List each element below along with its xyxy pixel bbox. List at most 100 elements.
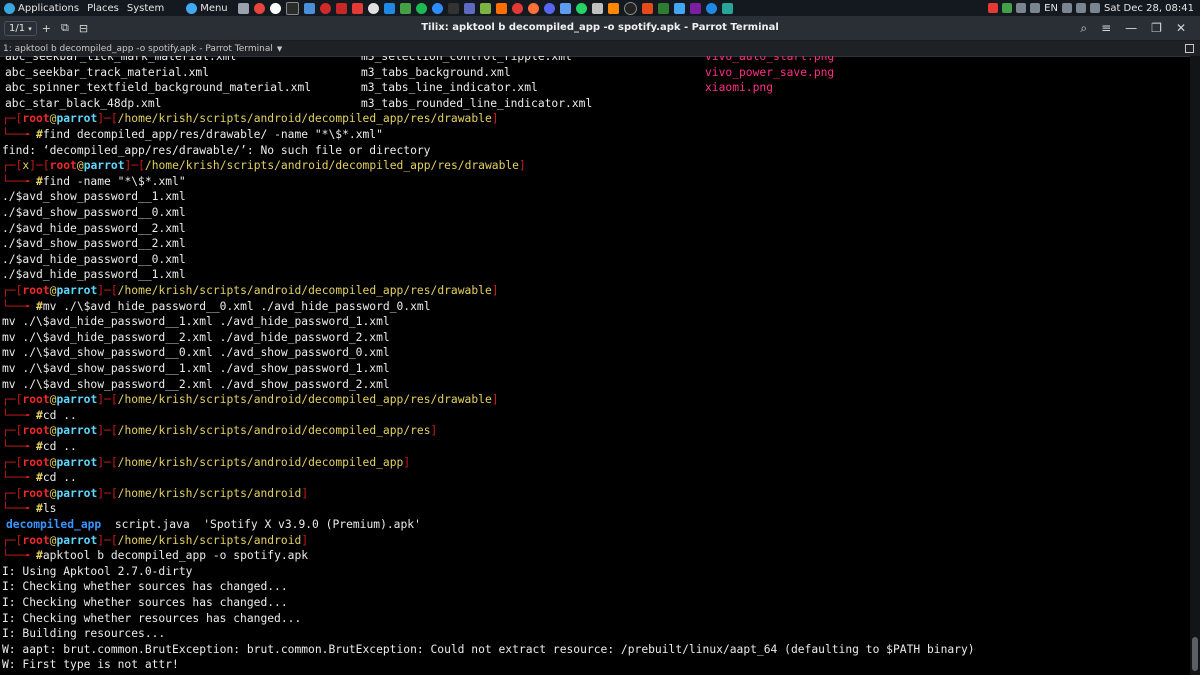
settings-icon[interactable] [1030,3,1041,13]
prompt-line: ┌─[root@parrot]─[/home/krish/scripts/and… [2,283,499,299]
applications-label[interactable]: Applications [18,3,79,14]
output-text: ./$avd_hide_password__2.xml [2,221,186,235]
places-label[interactable]: Places [87,3,119,14]
command-line: └──╼ #mv ./\$avd_hide_password__0.xml ./… [2,299,431,315]
whatsapp-icon[interactable] [575,2,587,14]
discord-icon[interactable] [543,2,555,14]
prompt-hash: # [36,299,43,313]
system-menu[interactable]: System [123,3,168,14]
scrollbar-thumb[interactable] [1192,637,1198,671]
prompt-frame: └──╼ [2,502,37,516]
gallery-icon[interactable] [463,2,475,14]
network-icon[interactable] [721,2,733,14]
places-menu[interactable]: Places [83,3,123,14]
prompt-path: /home/krish/scripts/android/decompiled_a… [117,393,492,407]
prompt-frame: └──╼ [2,174,37,188]
wordpress-icon[interactable] [367,2,379,14]
green-check-icon[interactable] [657,2,669,14]
output-line: mv ./\$avd_hide_password__1.xml ./avd_hi… [2,314,390,330]
chart-icon[interactable] [399,2,411,14]
check-icon[interactable] [479,2,491,14]
menu-label[interactable]: Menu [200,3,227,14]
output-text: W: First type is not attr! [2,658,179,672]
menu-button[interactable]: Menu [182,2,231,14]
output-line: mv ./\$avd_show_password__1.xml ./avd_sh… [2,361,390,377]
tray-keep-icon[interactable] [1002,3,1013,13]
split-vertical-icon[interactable]: ⊟ [74,16,93,40]
image-icon[interactable] [673,2,685,14]
prompt-frame: ┌─ [2,424,16,438]
prompt-frame: ┌─ [2,393,16,407]
session-switcher[interactable]: 1/1 ▾ [4,20,37,36]
image-viewer-icon[interactable] [303,2,315,14]
files-icon[interactable] [237,2,249,14]
volume-icon[interactable] [1075,3,1086,13]
terminal-output[interactable]: abc_seekbar_tick_mark_material.xml m3_sel… [0,56,1190,675]
command-text: find -name "*\$*.xml" [42,174,186,188]
prompt-path: /home/krish/scripts/android [117,533,302,547]
qbittorrent-icon[interactable] [705,2,717,14]
firefox-icon[interactable] [527,2,539,14]
terminal-title[interactable]: 1: apktool b decompiled_app -o spotify.a… [0,44,273,54]
network-status-icon[interactable] [1061,3,1072,13]
x-icon[interactable] [447,2,459,14]
command-line: └──╼ #ls [2,501,56,517]
prompt-frame: ┌─ [2,159,16,173]
prompt-hash: # [36,128,43,141]
google-icon[interactable] [269,2,281,14]
file-name: abc_star_black_48dp.xml [5,96,162,110]
output-line: ./$avd_show_password__1.xml [2,189,186,205]
maximize-icon[interactable]: ❐ [1151,21,1162,35]
prompt-host: parrot [56,284,98,297]
prompt-at: @ [76,159,84,173]
file-name: abc_spinner_textfield_background_materia… [5,81,312,95]
spotify-icon[interactable] [415,2,427,14]
file-listing-row: abc_seekbar_track_material.xml m3_tabs_ba… [0,65,1190,81]
chevron-down-icon: ▾ [28,24,32,33]
onenote-icon[interactable] [689,2,701,14]
file-listing-row: abc_star_black_48dp.xml m3_tabs_rounded_l… [0,96,1190,112]
add-terminal-button[interactable]: + [37,16,56,40]
prompt-path: /home/krish/scripts/android/decompiled_a… [117,112,492,126]
obs-icon[interactable] [623,1,637,15]
close-icon[interactable]: ✕ [1176,21,1186,35]
prompt-user: root [22,455,50,469]
applications-menu[interactable]: Applications [0,2,83,14]
mail-icon[interactable] [591,2,603,14]
tray-app-icon[interactable] [988,3,999,13]
output-line: I: Checking whether sources has changed.… [2,595,288,611]
language-indicator[interactable]: EN [1044,3,1058,14]
terminal-icon[interactable] [285,1,299,15]
calendar-icon[interactable] [559,2,571,14]
prompt-line: ┌─[root@parrot]─[/home/krish/scripts/and… [2,392,499,408]
red-app-icon[interactable] [335,2,347,14]
prompt-line: ┌─[root@parrot]─[/home/krish/scripts/and… [2,111,499,127]
bluetooth-icon[interactable] [1016,3,1027,13]
prompt-user: root [22,424,50,438]
vscode-icon[interactable] [383,2,395,14]
maximize-terminal-icon[interactable] [1185,44,1194,53]
system-label[interactable]: System [127,3,164,14]
cube-icon[interactable] [351,2,363,14]
clock[interactable]: Sat Dec 28, 08:41 [1104,3,1194,14]
output-line: W: First type is not attr! [2,657,179,673]
zoom-icon[interactable] [431,2,443,14]
scrollbar[interactable] [1190,56,1200,675]
command-line: └──╼ #cd .. [2,408,77,424]
vlc-icon[interactable] [607,2,619,14]
file-name: m3_tabs_background.xml [361,65,511,79]
burp-icon[interactable] [495,2,507,14]
split-horizontal-icon[interactable]: ⧉ [56,16,74,40]
file-listing-row: abc_spinner_textfield_background_materia… [0,80,1190,96]
search-icon[interactable]: ⌕ [1080,21,1087,36]
close-app-icon[interactable] [511,2,523,14]
chevron-down-icon[interactable]: ▼ [277,45,282,53]
office-icon[interactable] [641,2,653,14]
chrome-icon[interactable] [253,2,265,14]
cherry-icon[interactable] [319,2,331,14]
battery-icon[interactable] [1089,3,1100,13]
hamburger-menu-icon[interactable]: ≡ [1101,21,1111,35]
minimize-icon[interactable]: — [1125,21,1137,35]
command-text: ls [42,502,57,516]
output-line: I: Checking whether resources has change… [2,611,301,627]
